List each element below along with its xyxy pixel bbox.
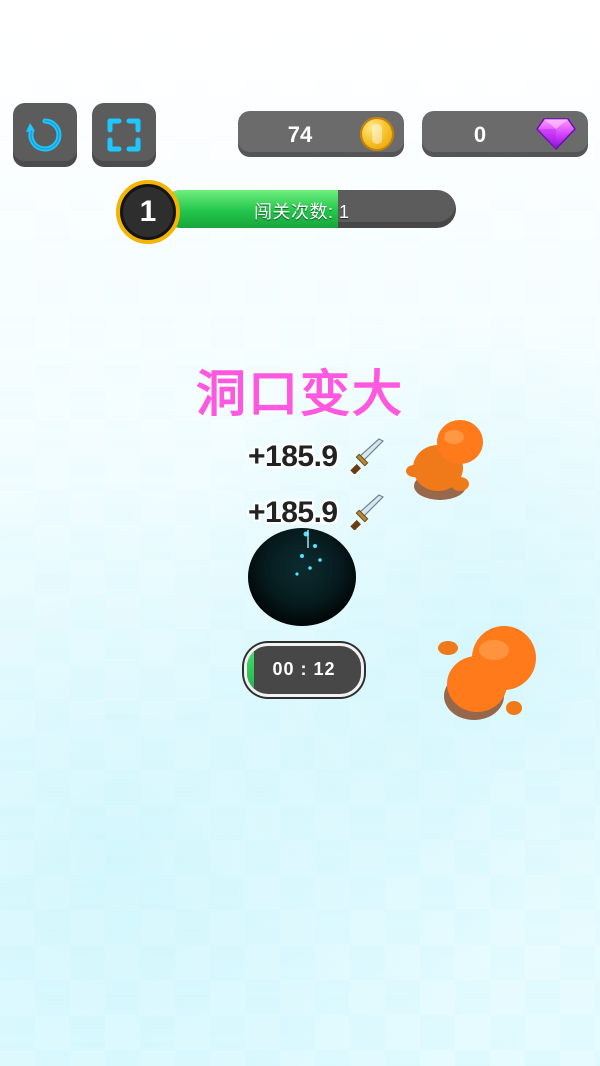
orange-character: [406, 420, 483, 500]
fullscreen-button[interactable]: [92, 103, 156, 167]
restart-icon: [26, 118, 62, 152]
coin-count: 74: [287, 122, 313, 147]
gem-icon: [536, 118, 576, 151]
level-progress-label: 闯关次数: 1: [254, 202, 350, 222]
gem-counter: 0: [422, 111, 588, 157]
level-badge: 1: [116, 180, 180, 244]
bonus-label: +185.9: [248, 440, 338, 473]
hole-particles: [295, 530, 322, 576]
timer-pill: 00 : 12: [244, 643, 364, 697]
powerup-banner: 洞口变大: [196, 365, 404, 423]
coin-counter: 74: [238, 111, 404, 157]
sword-icon: [350, 494, 385, 530]
level-progress-bar: 闯关次数: 1: [162, 190, 456, 228]
timer-text: 00 : 12: [272, 659, 336, 679]
sword-icon: [350, 438, 385, 474]
orange-character: [438, 626, 536, 720]
restart-button[interactable]: [13, 103, 77, 167]
gem-count: 0: [473, 122, 487, 147]
fullscreen-icon: [107, 118, 141, 152]
coin-icon: [360, 117, 394, 151]
bonus-label: +185.9: [248, 496, 338, 529]
